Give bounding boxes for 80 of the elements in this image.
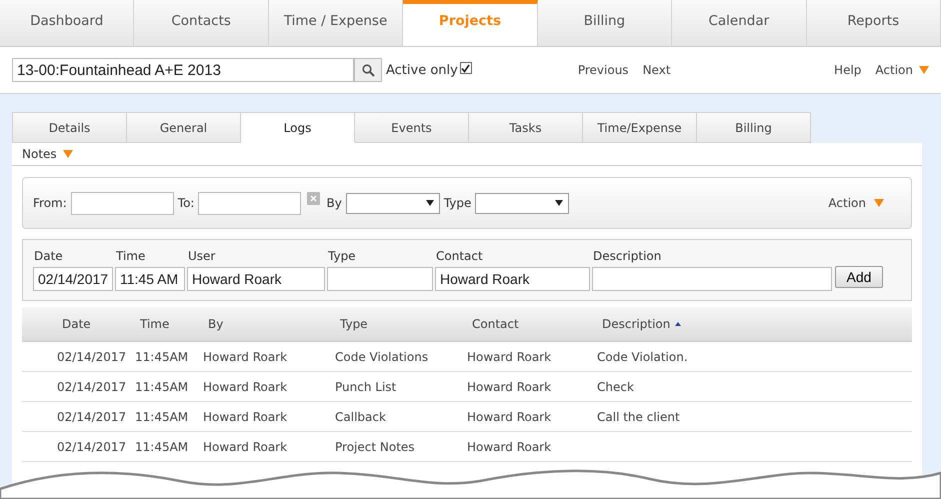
search-button[interactable] bbox=[354, 58, 382, 82]
clear-icon[interactable] bbox=[307, 192, 320, 204]
type-select[interactable] bbox=[475, 192, 570, 214]
field-label: Type bbox=[328, 249, 357, 263]
sub-tab[interactable]: Details bbox=[12, 112, 127, 143]
table-cell: Howard Roark bbox=[467, 350, 552, 364]
table-cell: 11:45AM bbox=[135, 380, 188, 394]
notes-menu[interactable]: Notes bbox=[22, 147, 57, 161]
table-cell: Howard Roark bbox=[467, 440, 552, 454]
table-cell: Call the client bbox=[597, 410, 680, 424]
by-select[interactable] bbox=[346, 192, 440, 214]
type-label: Type bbox=[444, 196, 472, 210]
table-cell: 02/14/2017 bbox=[57, 440, 126, 454]
main-tab[interactable]: Dashboard bbox=[0, 0, 134, 46]
to-date-field[interactable] bbox=[198, 192, 302, 214]
input-field[interactable] bbox=[592, 267, 832, 291]
main-tab[interactable]: Reports bbox=[806, 0, 941, 46]
column-header[interactable]: By bbox=[208, 317, 224, 331]
active-only-checkbox[interactable] bbox=[460, 62, 472, 74]
next-link[interactable]: Next bbox=[642, 63, 671, 77]
action-menu[interactable]: Action bbox=[828, 196, 866, 210]
action-menu[interactable]: Action bbox=[875, 63, 913, 77]
input-field[interactable]: 11:45 AM bbox=[115, 267, 185, 291]
table-cell: Howard Roark bbox=[467, 380, 552, 394]
input-field[interactable]: Howard Roark bbox=[435, 267, 590, 291]
table-cell: Howard Roark bbox=[203, 350, 288, 364]
dropdown-arrow-icon bbox=[62, 150, 73, 158]
sub-tab[interactable]: Time/Expense bbox=[583, 112, 697, 143]
caret-icon bbox=[426, 200, 434, 206]
table-cell: Code Violations bbox=[335, 350, 428, 364]
table-cell: Project Notes bbox=[335, 440, 415, 454]
column-header[interactable]: Type bbox=[340, 317, 368, 331]
dropdown-arrow-icon bbox=[919, 66, 929, 74]
project-search-field[interactable]: 13-00:Fountainhead A+E 2013 bbox=[12, 58, 354, 82]
sub-tab[interactable]: General bbox=[127, 112, 241, 143]
search-icon bbox=[362, 64, 374, 76]
caret-icon bbox=[555, 200, 564, 206]
table-cell: Howard Roark bbox=[203, 380, 288, 394]
to-label: To: bbox=[178, 196, 194, 210]
table-cell: Code Violation. bbox=[597, 350, 688, 364]
from-date-field[interactable] bbox=[70, 192, 174, 214]
main-tab[interactable]: Billing bbox=[538, 0, 672, 46]
table-cell: Howard Roark bbox=[203, 440, 288, 454]
field-label: Time bbox=[116, 249, 146, 263]
main-tab[interactable]: Time / Expense bbox=[268, 0, 404, 46]
sub-tab[interactable]: Billing bbox=[697, 112, 811, 143]
table-cell: 02/14/2017 bbox=[57, 350, 126, 364]
table-cell: 11:45AM bbox=[135, 410, 188, 424]
column-header[interactable]: Date bbox=[62, 317, 91, 331]
field-label: User bbox=[188, 249, 216, 263]
help-link[interactable]: Help bbox=[834, 63, 862, 77]
table-cell: Howard Roark bbox=[203, 410, 288, 424]
sub-tab[interactable]: Logs bbox=[241, 112, 355, 143]
input-field[interactable] bbox=[327, 267, 433, 291]
main-tab[interactable]: Calendar bbox=[672, 0, 807, 46]
table-cell: Check bbox=[597, 380, 634, 394]
dropdown-arrow-icon bbox=[874, 199, 884, 207]
field-label: Contact bbox=[436, 249, 484, 263]
column-header[interactable]: Description bbox=[602, 317, 670, 331]
sub-tab[interactable]: Events bbox=[355, 112, 469, 143]
previous-link[interactable]: Previous bbox=[578, 63, 629, 77]
table-cell: Callback bbox=[335, 410, 386, 424]
from-label: From: bbox=[33, 196, 67, 210]
main-tab[interactable]: Contacts bbox=[134, 0, 269, 46]
column-header[interactable]: Contact bbox=[472, 317, 519, 331]
add-button[interactable]: Add bbox=[835, 266, 883, 288]
sub-tab[interactable]: Tasks bbox=[469, 112, 583, 143]
field-label: Description bbox=[593, 249, 662, 263]
table-cell: 02/14/2017 bbox=[57, 410, 126, 424]
table-cell: 02/14/2017 bbox=[57, 380, 126, 394]
table-cell: Punch List bbox=[335, 380, 396, 394]
table-cell: 11:45AM bbox=[135, 350, 188, 364]
by-label: By bbox=[326, 196, 342, 210]
table-cell: 11:45AM bbox=[135, 440, 188, 454]
column-header[interactable]: Time bbox=[140, 317, 170, 331]
active-only-label: Active only bbox=[386, 62, 458, 78]
input-field[interactable]: Howard Roark bbox=[187, 267, 325, 291]
field-label: Date bbox=[34, 249, 64, 263]
input-field[interactable]: 02/14/2017 bbox=[33, 267, 113, 291]
table-cell: Howard Roark bbox=[467, 410, 552, 424]
